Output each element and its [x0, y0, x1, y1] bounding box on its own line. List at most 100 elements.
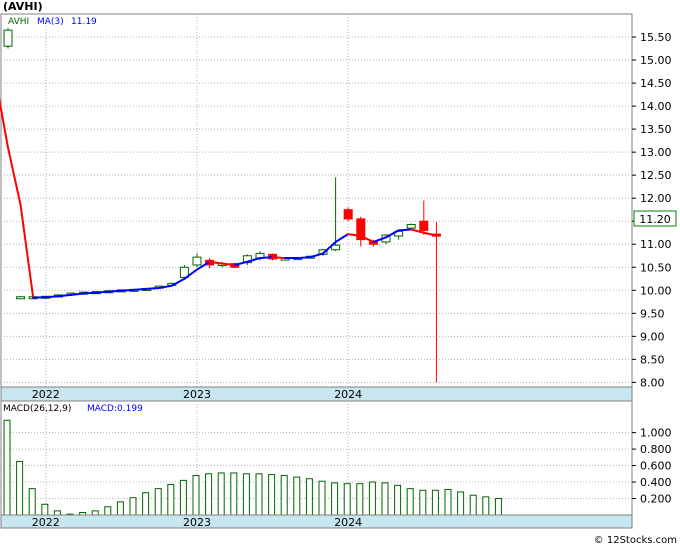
ma-segment	[296, 256, 312, 260]
macd-bar	[230, 472, 238, 516]
last-price-label: 11.20	[639, 213, 671, 226]
macd-bar	[91, 510, 99, 516]
ma-segment	[57, 293, 72, 298]
ma-segment	[397, 228, 413, 232]
macd-bar	[255, 473, 263, 516]
price-tick-label: 9.50	[640, 307, 665, 320]
macd-bar	[394, 484, 402, 516]
macd-bar	[381, 482, 389, 516]
ma-segment	[107, 289, 123, 293]
macd-bar	[142, 492, 150, 516]
ma-segment	[120, 288, 135, 292]
macd-bar	[419, 489, 427, 516]
macd-bar	[494, 498, 502, 516]
macd-bar	[53, 510, 61, 516]
price-tick-label: 12.50	[640, 169, 672, 182]
macd-tick-label: 1.000	[640, 427, 672, 440]
macd-bar	[242, 473, 250, 516]
macd-bar	[406, 488, 414, 516]
price-tick-label: 10.50	[640, 261, 672, 274]
macd-bar	[129, 497, 137, 516]
macd-x-label: 2023	[183, 516, 211, 529]
macd-bar	[293, 476, 301, 516]
price-tick-label: 12.00	[640, 192, 672, 205]
price-tick-label: 10.00	[640, 284, 672, 297]
macd-bar	[268, 474, 276, 516]
price-axis: 15.50 15.00 14.50 14.00 13.50 13.00 12.50 12.00…	[632, 31, 672, 389]
price-tick-label: 14.50	[640, 77, 672, 90]
candle-body	[16, 296, 26, 300]
price-x-label: 2022	[32, 388, 60, 401]
candle-body	[343, 209, 353, 220]
price-tick-label: 14.00	[640, 100, 672, 113]
price-x-label: 2023	[183, 388, 211, 401]
macd-bar	[116, 501, 124, 516]
candle-body	[406, 223, 416, 229]
macd-bar	[444, 488, 452, 516]
chart-title: (AVHI)	[3, 0, 43, 13]
macd-tick-label: 0.200	[640, 493, 672, 506]
ma-segment	[70, 292, 85, 296]
macd-x-axis-band	[0, 514, 633, 529]
ma-segment	[271, 256, 287, 260]
macd-bar	[343, 483, 351, 516]
macd-bar	[192, 474, 200, 516]
stock-chart: 15.50 15.00 14.50 14.00 13.50 13.00 12.50 12.00…	[0, 0, 677, 546]
macd-bar	[217, 472, 225, 516]
macd-bar	[469, 494, 477, 516]
candle-body	[419, 220, 429, 231]
macd-bar	[3, 419, 11, 516]
price-tick-label: 8.00	[640, 376, 665, 389]
ma-segment	[133, 287, 148, 291]
macd-bar	[368, 481, 376, 516]
macd-bar	[16, 460, 24, 516]
macd-x-label: 2024	[334, 516, 362, 529]
price-tick-label: 15.00	[640, 54, 672, 67]
macd-panel	[0, 400, 633, 516]
macd-bar	[331, 482, 339, 516]
macd-axis: 1.000 0.800 0.600 0.400 0.200	[632, 427, 672, 506]
ma-segment	[44, 295, 60, 299]
macd-bar	[41, 503, 49, 516]
price-tick-label: 13.50	[640, 123, 672, 136]
candle-body	[331, 244, 341, 251]
legend-ma-label: MA(3)	[37, 17, 64, 27]
price-tick-label: 8.50	[640, 353, 665, 366]
macd-bar	[356, 483, 364, 516]
macd-bar	[28, 488, 36, 516]
candle-body	[3, 29, 13, 47]
legend-symbol: AVHI	[8, 17, 29, 27]
macd-bar	[431, 489, 439, 516]
macd-bar	[205, 473, 213, 516]
ma-segment	[82, 291, 98, 295]
price-x-axis-band	[0, 386, 633, 402]
last-price-box: 11.20	[633, 210, 677, 227]
ma-segment	[221, 262, 236, 266]
price-tick-label: 13.00	[640, 146, 672, 159]
price-panel	[0, 13, 633, 388]
legend-ma-value: 11.19	[71, 17, 97, 27]
price-x-label: 2024	[334, 388, 362, 401]
ma-segment	[259, 256, 274, 260]
candle-body	[192, 256, 202, 266]
macd-bar	[457, 491, 465, 516]
macd-bar	[318, 480, 326, 516]
macd-x-label: 2022	[32, 516, 60, 529]
macd-bar	[305, 478, 313, 516]
price-tick-label: 9.00	[640, 330, 665, 343]
macd-tick-label: 0.600	[640, 460, 672, 473]
macd-bar	[104, 506, 112, 516]
macd-title: MACD(26,12,9)	[3, 404, 71, 414]
macd-tick-label: 0.400	[640, 476, 672, 489]
macd-bar	[482, 496, 490, 516]
price-tick-label: 11.00	[640, 238, 672, 251]
ma-segment	[145, 286, 161, 290]
macd-bar	[167, 484, 175, 516]
ma-segment	[95, 290, 110, 294]
macd-legend-value: MACD:0.199	[87, 404, 143, 414]
macd-tick-label: 0.800	[640, 443, 672, 456]
watermark: © 12Stocks.com	[594, 535, 677, 546]
macd-bar	[179, 479, 187, 516]
macd-bar	[154, 488, 162, 516]
price-tick-label: 15.50	[640, 31, 672, 44]
